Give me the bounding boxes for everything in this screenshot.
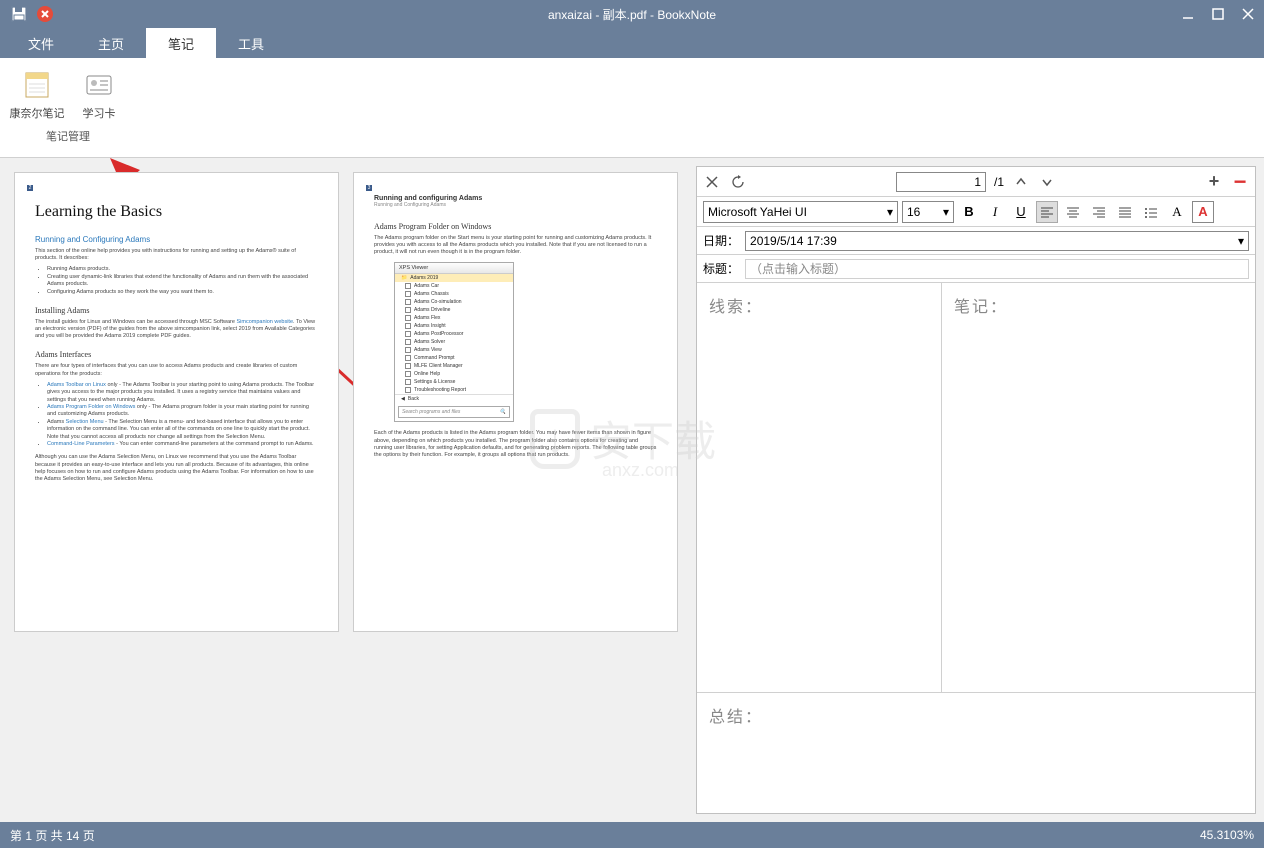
list-button[interactable] xyxy=(1140,201,1162,223)
title-bar: anxaizai - 副本.pdf - BookxNote xyxy=(0,0,1264,28)
panel-close-icon[interactable] xyxy=(703,173,721,191)
title-field[interactable]: （点击输入标题） xyxy=(745,259,1249,279)
card-icon xyxy=(83,69,115,101)
window-title: anxaizai - 副本.pdf - BookxNote xyxy=(0,6,1264,23)
ribbon-group-label: 笔记管理 xyxy=(8,128,128,144)
summary-area[interactable]: 总结： xyxy=(697,693,1255,813)
font-size-select[interactable]: 16▾ xyxy=(902,201,954,223)
status-bar: 第 1 页 共 14 页 45.3103% xyxy=(0,822,1264,848)
font-color-button[interactable]: A xyxy=(1166,201,1188,223)
bold-button[interactable]: B xyxy=(958,201,980,223)
summary-heading: 总结： xyxy=(709,703,1243,727)
note-date-row: 日期： 2019/5/14 17:39▾ xyxy=(697,227,1255,255)
clue-column[interactable]: 线索： xyxy=(697,283,942,692)
note-title-row: 标题： （点击输入标题） xyxy=(697,255,1255,283)
start-menu-screenshot: XPS Viewer 📁Adams 2019 Adams CarAdams Ch… xyxy=(394,262,514,422)
add-icon[interactable]: + xyxy=(1205,173,1223,191)
underline-button[interactable]: U xyxy=(1010,201,1032,223)
menu-file[interactable]: 文件 xyxy=(6,28,76,58)
ribbon: 康奈尔笔记 学习卡 笔记管理 xyxy=(0,58,1264,158)
cornell-notes-button[interactable]: 康奈尔笔记 xyxy=(8,64,66,126)
save-icon[interactable] xyxy=(10,5,28,23)
menu-notes[interactable]: 笔记 xyxy=(146,28,216,58)
page-down-icon[interactable] xyxy=(1038,173,1056,191)
workspace: 2 Learning the Basics Running and Config… xyxy=(0,158,1264,822)
studycard-label: 学习卡 xyxy=(83,105,116,121)
doc-page-1: 2 Learning the Basics Running and Config… xyxy=(14,172,339,632)
maximize-button[interactable] xyxy=(1208,4,1228,24)
align-center-button[interactable] xyxy=(1062,201,1084,223)
align-right-button[interactable] xyxy=(1088,201,1110,223)
page1-title: Learning the Basics xyxy=(35,203,318,221)
document-area[interactable]: 2 Learning the Basics Running and Config… xyxy=(0,158,696,822)
title-label: 标题： xyxy=(703,260,739,277)
date-field[interactable]: 2019/5/14 17:39▾ xyxy=(745,231,1249,251)
highlight-button[interactable]: A xyxy=(1192,201,1214,223)
page-up-icon[interactable] xyxy=(1012,173,1030,191)
align-justify-button[interactable] xyxy=(1114,201,1136,223)
minimize-button[interactable] xyxy=(1178,4,1198,24)
date-label: 日期： xyxy=(703,232,739,249)
doc-page-2: 3 Running and configuring Adams Running … xyxy=(353,172,678,632)
menu-tools[interactable]: 工具 xyxy=(216,28,286,58)
align-left-button[interactable] xyxy=(1036,201,1058,223)
clue-heading: 线索： xyxy=(709,293,929,317)
status-zoom: 45.3103% xyxy=(1200,828,1254,842)
close-button[interactable] xyxy=(1238,4,1258,24)
font-family-select[interactable]: Microsoft YaHei UI▾ xyxy=(703,201,898,223)
status-page: 第 1 页 共 14 页 xyxy=(10,827,95,844)
notes-panel: /1 + − Microsoft YaHei UI▾ 16▾ B I U A A… xyxy=(696,166,1256,814)
menu-bar: 文件 主页 笔记 工具 xyxy=(0,28,1264,58)
study-card-button[interactable]: 学习卡 xyxy=(70,64,128,126)
refresh-icon[interactable] xyxy=(729,173,747,191)
note-column[interactable]: 笔记： xyxy=(942,283,1255,692)
ribbon-group-notes: 康奈尔笔记 学习卡 笔记管理 xyxy=(4,62,132,153)
cornell-label: 康奈尔笔记 xyxy=(10,105,65,121)
note-heading: 笔记： xyxy=(954,293,1243,317)
italic-button[interactable]: I xyxy=(984,201,1006,223)
remove-icon[interactable]: − xyxy=(1231,173,1249,191)
note-page-input[interactable] xyxy=(896,172,986,192)
notes-toolbar-format: Microsoft YaHei UI▾ 16▾ B I U A A xyxy=(697,197,1255,227)
notepad-icon xyxy=(21,69,53,101)
cornell-body: 线索： 笔记： xyxy=(697,283,1255,693)
close-doc-icon[interactable] xyxy=(36,5,54,23)
note-page-total: /1 xyxy=(994,175,1004,189)
notes-toolbar-nav: /1 + − xyxy=(697,167,1255,197)
page1-h2a: Running and Configuring Adams xyxy=(35,235,318,244)
menu-home[interactable]: 主页 xyxy=(76,28,146,58)
